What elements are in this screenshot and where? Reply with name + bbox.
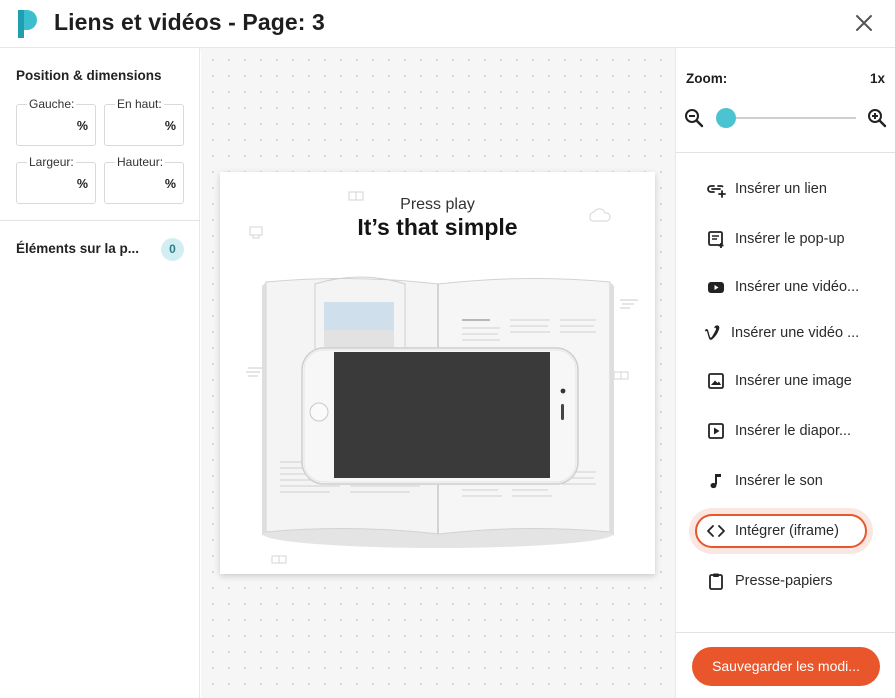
left-panel: Position & dimensions Gauche: % En haut:… <box>0 48 200 698</box>
save-changes-button[interactable]: Sauvegarder les modi... <box>692 647 880 686</box>
vimeo-icon <box>702 323 722 343</box>
zoom-out-icon[interactable] <box>684 108 704 128</box>
insert-image-label: Insérer une image <box>735 373 852 389</box>
link-add-icon <box>706 179 726 199</box>
popup-icon <box>706 229 726 249</box>
page-title: Liens et vidéos - Page: 3 <box>54 9 325 35</box>
height-field-unit: % <box>164 177 176 191</box>
clipboard-icon <box>706 571 726 591</box>
header: Liens et vidéos - Page: 3 <box>0 0 895 48</box>
insert-slideshow-button[interactable]: Insérer le diapor... <box>706 416 881 446</box>
insert-popup-label: Insérer le pop-up <box>735 231 845 247</box>
insert-slideshow-label: Insérer le diapor... <box>735 423 852 439</box>
insert-youtube-video-label: Insérer une vidéo... <box>735 279 860 295</box>
top-field[interactable]: En haut: % <box>104 97 184 146</box>
zoom-in-icon[interactable] <box>867 108 887 128</box>
zoom-label: Zoom: <box>686 71 728 86</box>
page-illustration <box>246 191 638 564</box>
insert-vimeo-video-button[interactable]: Insérer une vidéo ... <box>702 318 877 348</box>
left-field[interactable]: Gauche: % <box>16 97 96 146</box>
top-field-label: En haut: <box>115 97 164 111</box>
zoom-value: 1x <box>869 71 885 86</box>
music-note-icon <box>706 471 726 491</box>
top-field-unit: % <box>164 119 176 133</box>
decor-cloud-icon <box>589 208 611 222</box>
app-logo <box>18 10 37 38</box>
insert-vimeo-video-label: Insérer une vidéo ... <box>731 325 860 341</box>
page-elements-count-badge: 0 <box>161 238 184 261</box>
height-field[interactable]: Hauteur: % <box>104 155 184 204</box>
editor-canvas[interactable]: Press play It’s that simple <box>201 48 675 698</box>
decor-book-icon <box>348 191 364 201</box>
width-field-label: Largeur: <box>27 155 76 169</box>
close-icon[interactable] <box>853 12 875 34</box>
zoom-slider-track[interactable] <box>720 117 856 119</box>
divider <box>0 220 200 221</box>
height-field-label: Hauteur: <box>115 155 166 169</box>
decor-monitor-icon <box>249 226 263 239</box>
left-field-label: Gauche: <box>27 97 77 111</box>
width-field[interactable]: Largeur: % <box>16 155 96 204</box>
insert-sound-label: Insérer le son <box>735 473 823 489</box>
clipboard-button[interactable]: Presse-papiers <box>706 566 881 596</box>
insert-sound-button[interactable]: Insérer le son <box>706 466 881 496</box>
image-icon <box>706 371 726 391</box>
left-field-unit: % <box>76 119 88 133</box>
zoom-slider-thumb[interactable] <box>716 108 736 128</box>
width-field-unit: % <box>76 177 88 191</box>
insert-youtube-video-button[interactable]: Insérer une vidéo... <box>706 272 881 302</box>
position-dimensions-title: Position & dimensions <box>16 68 162 83</box>
embed-iframe-button[interactable]: Intégrer (iframe) <box>706 516 881 546</box>
divider <box>676 152 895 153</box>
code-icon <box>706 521 726 541</box>
page-elements-label[interactable]: Éléments sur la p... <box>16 241 139 256</box>
embed-iframe-label: Intégrer (iframe) <box>735 523 839 539</box>
insert-image-button[interactable]: Insérer une image <box>706 366 881 396</box>
youtube-icon <box>706 277 726 297</box>
slideshow-icon <box>706 421 726 441</box>
flipbook-page[interactable]: Press play It’s that simple <box>220 172 655 574</box>
right-panel: Zoom: 1x Insérer un lien Insérer le pop-… <box>675 48 895 698</box>
insert-popup-button[interactable]: Insérer le pop-up <box>706 224 881 254</box>
insert-link-label: Insérer un lien <box>735 181 827 197</box>
clipboard-label: Presse-papiers <box>735 573 833 589</box>
divider <box>676 632 895 633</box>
insert-link-button[interactable]: Insérer un lien <box>706 174 881 204</box>
